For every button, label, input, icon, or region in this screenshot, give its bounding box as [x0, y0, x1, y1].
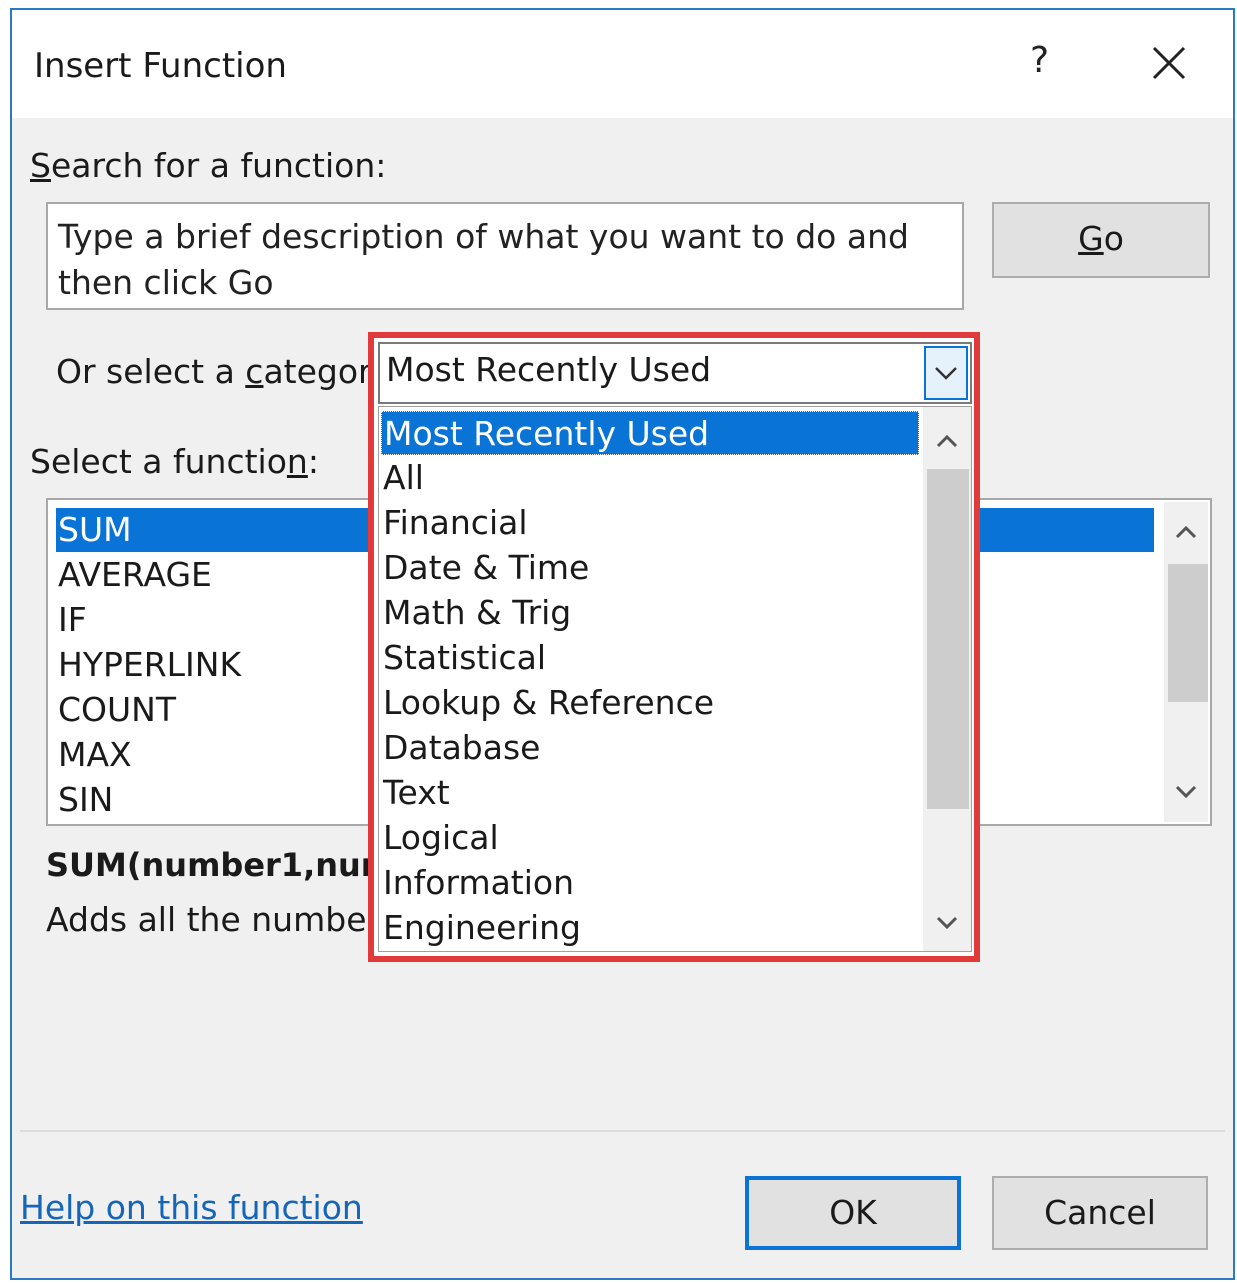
chevron-up-icon[interactable] — [1174, 524, 1198, 540]
list-item[interactable]: HYPERLINK — [56, 643, 241, 687]
search-input[interactable]: Type a brief description of what you wan… — [46, 202, 964, 310]
divider — [20, 1130, 1225, 1132]
category-selected-value: Most Recently Used — [386, 350, 712, 389]
ok-button[interactable]: OK — [745, 1176, 961, 1250]
dropdown-option[interactable]: All — [381, 456, 424, 500]
close-icon — [1152, 46, 1186, 80]
dropdown-option[interactable]: Lookup & Reference — [381, 681, 714, 725]
list-item[interactable]: MAX — [56, 733, 132, 777]
scrollbar-thumb[interactable] — [1168, 564, 1208, 702]
chevron-down-icon[interactable] — [935, 915, 959, 931]
chevron-down-icon — [935, 367, 957, 380]
dropdown-scrollbar[interactable] — [923, 407, 971, 951]
select-function-label: Select a function: — [30, 442, 319, 481]
cancel-button[interactable]: Cancel — [992, 1176, 1208, 1250]
title-bar: Insert Function ? — [12, 10, 1233, 118]
list-item[interactable]: AVERAGE — [56, 553, 212, 597]
list-item[interactable]: COUNT — [56, 688, 176, 732]
dropdown-button[interactable] — [924, 346, 968, 400]
dropdown-option[interactable]: Logical — [381, 816, 499, 860]
scrollbar-thumb[interactable] — [927, 469, 969, 809]
chevron-down-icon[interactable] — [1174, 784, 1198, 800]
function-description: Adds all the number — [46, 900, 381, 939]
dropdown-option[interactable]: Database — [381, 726, 540, 770]
category-select[interactable]: Most Recently Used — [378, 342, 972, 404]
dropdown-option[interactable]: Text — [381, 771, 450, 815]
dropdown-option[interactable]: Engineering — [381, 906, 581, 950]
dropdown-option[interactable]: Financial — [381, 501, 528, 545]
search-label: Search for a function: — [30, 146, 387, 185]
dialog-title: Insert Function — [34, 46, 287, 86]
dropdown-option[interactable]: Math & Trig — [381, 591, 571, 635]
dropdown-option[interactable]: Most Recently Used — [381, 411, 919, 455]
dropdown-option[interactable]: Date & Time — [381, 546, 589, 590]
go-button[interactable]: Go — [992, 202, 1210, 278]
category-label: Or select a category: — [56, 352, 400, 391]
help-on-function-link[interactable]: Help on this function — [20, 1188, 363, 1227]
category-dropdown-list[interactable]: Most Recently Used All Financial Date & … — [378, 406, 972, 952]
chevron-up-icon[interactable] — [935, 433, 959, 449]
close-button[interactable] — [1144, 38, 1194, 88]
function-syntax: SUM(number1,numb — [46, 846, 418, 884]
function-list-scrollbar[interactable] — [1164, 502, 1208, 822]
help-button[interactable]: ? — [1030, 40, 1049, 81]
dropdown-option[interactable]: Statistical — [381, 636, 546, 680]
list-item[interactable]: SIN — [56, 778, 113, 822]
dropdown-option[interactable]: Information — [381, 861, 574, 905]
list-item[interactable]: IF — [56, 598, 87, 642]
